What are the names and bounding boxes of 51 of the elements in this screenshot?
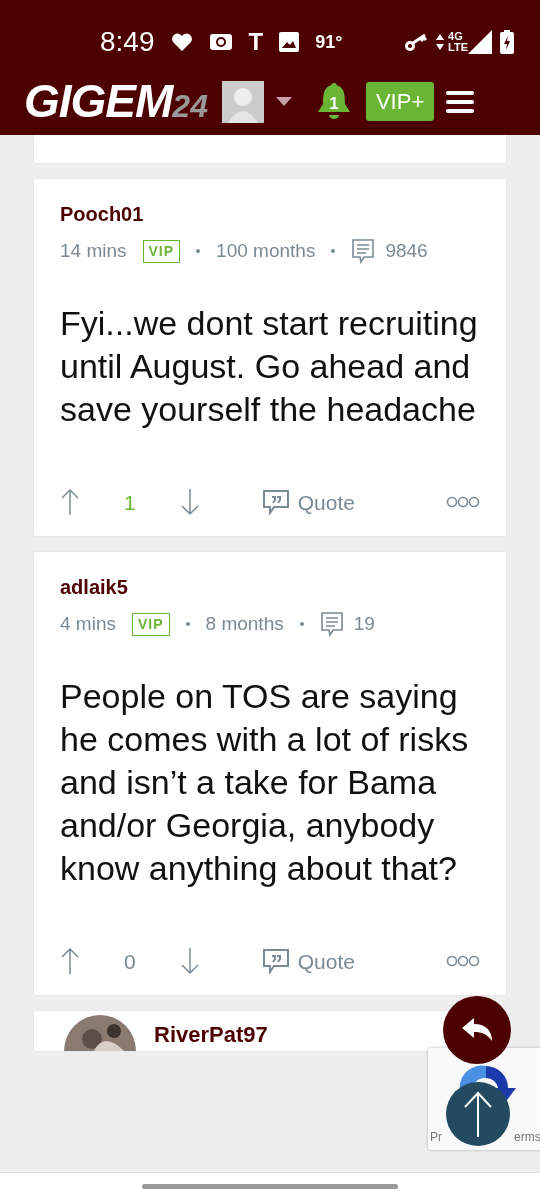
- vip-button[interactable]: VIP+: [365, 82, 435, 121]
- comment-icon: [319, 611, 344, 638]
- separator-dot-icon: [185, 622, 190, 627]
- signal-icon: [468, 30, 492, 54]
- member-tenure: 100 months: [216, 239, 316, 263]
- camera-icon: [208, 32, 233, 52]
- avatar-icon[interactable]: [221, 80, 264, 123]
- author-name[interactable]: Pooch01: [60, 199, 480, 229]
- data-arrows-icon: [436, 34, 445, 50]
- author-name[interactable]: adlaik5: [60, 572, 480, 602]
- vote-count: 0: [124, 948, 136, 975]
- post-time: 4 mins: [60, 612, 116, 636]
- vote-count: 1: [124, 489, 136, 516]
- menu-icon[interactable]: [446, 89, 475, 114]
- reply-arrow-icon: [460, 1017, 494, 1043]
- temperature: 91°: [315, 30, 343, 54]
- image-icon: [279, 32, 300, 52]
- post-text: People on TOS are saying he comes with a lot of risks and isn’t a take for Bama and/or Georgia, anybody know anything about that?: [60, 675, 470, 889]
- battery-icon: [500, 30, 514, 54]
- quote-button[interactable]: Quote: [261, 486, 355, 518]
- post-count: 9846: [385, 239, 428, 263]
- more-options-icon[interactable]: [446, 496, 480, 509]
- network-type: 4G LTE: [448, 31, 468, 53]
- vip-tag: VIP: [131, 612, 170, 636]
- site-logo[interactable]: GIGEM24: [24, 67, 208, 136]
- quote-button[interactable]: Quote: [261, 945, 355, 977]
- privacy-link[interactable]: Pr: [430, 1128, 442, 1146]
- post-text: Fyi...we dont start recruiting until August. Go ahead and save yourself the headache: [60, 302, 479, 430]
- heart-icon: [170, 32, 193, 52]
- downvote-arrow-icon[interactable]: [179, 947, 200, 976]
- post-time: 14 mins: [60, 239, 127, 263]
- separator-dot-icon: [196, 249, 201, 254]
- separator-dot-icon: [331, 249, 336, 254]
- quote-icon: [261, 948, 290, 975]
- more-options-icon[interactable]: [446, 955, 480, 968]
- upvote-arrow-icon[interactable]: [60, 947, 80, 976]
- member-tenure: 8 months: [205, 612, 284, 636]
- post-count: 19: [353, 612, 375, 636]
- comment-icon: [351, 238, 376, 265]
- caret-icon[interactable]: [275, 96, 292, 107]
- up-arrow-icon: [463, 1091, 493, 1137]
- vip-tag: VIP: [142, 239, 181, 263]
- downvote-arrow-icon[interactable]: [179, 488, 200, 517]
- author-name[interactable]: RiverPat97: [154, 1023, 268, 1047]
- upvote-arrow-icon[interactable]: [60, 488, 80, 517]
- status-glyph: T: [248, 27, 264, 57]
- terms-link[interactable]: erms: [514, 1128, 540, 1146]
- key-icon: [404, 32, 429, 52]
- separator-dot-icon: [299, 622, 304, 627]
- status-time: 8:49: [100, 25, 155, 59]
- quote-icon: [261, 489, 290, 516]
